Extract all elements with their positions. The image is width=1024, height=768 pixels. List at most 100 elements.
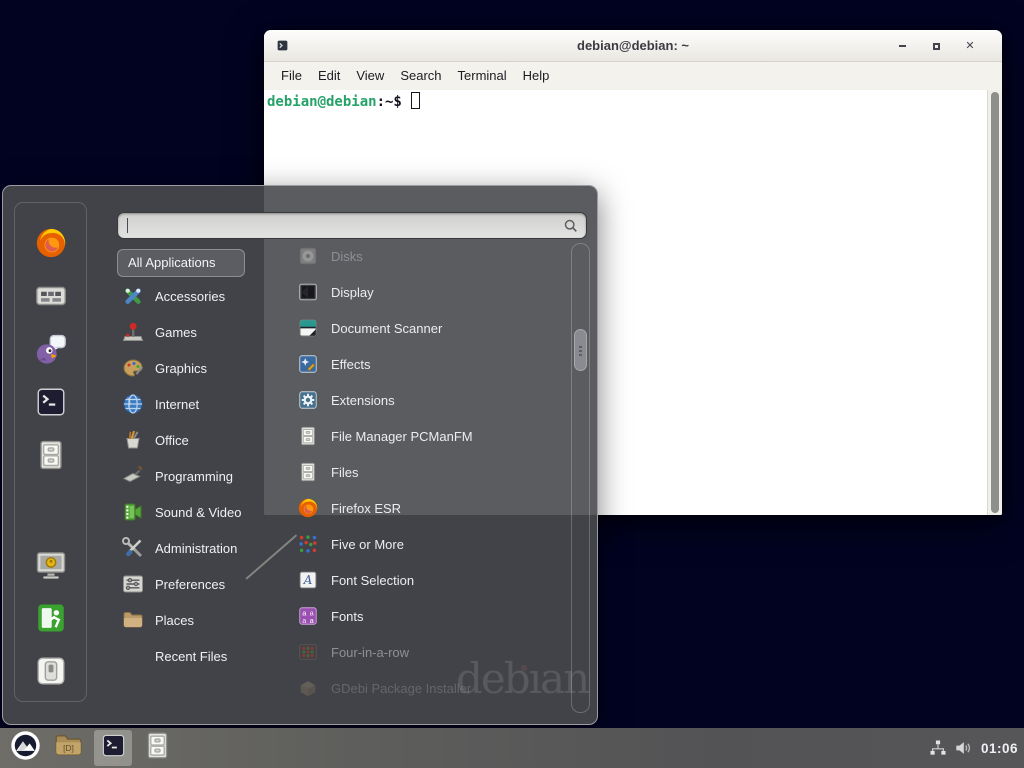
favorite-lock-screen[interactable] [33,549,69,585]
terminal-scrollbar[interactable] [987,90,1002,515]
favorites-panel [14,202,87,702]
file-manager-launcher[interactable]: [D] [51,730,86,766]
app-display[interactable]: Display [291,274,567,310]
favorite-pidgin[interactable] [33,333,69,369]
accessories-icon [121,284,145,308]
prompt-user-host: debian@debian [267,94,377,110]
search-box[interactable] [117,212,587,239]
category-games[interactable]: Games [117,314,277,350]
app-fonts[interactable]: aaaa Fonts [291,598,567,634]
category-office[interactable]: Office [117,422,277,458]
terminal-menu-file[interactable]: File [273,62,310,90]
app-document-scanner[interactable]: Document Scanner [291,310,567,346]
files-launcher[interactable] [140,730,175,766]
terminal-icon [34,385,68,424]
category-list: Accessories GamesGraphicsInternet Office Pr… [117,278,277,674]
category-label: Administration [155,541,237,556]
favorite-logout[interactable] [33,602,69,638]
terminal-menu-edit[interactable]: Edit [310,62,348,90]
blank-icon [121,644,145,668]
app-effects[interactable]: Effects [291,346,567,382]
category-label: Office [155,433,189,448]
search-input[interactable] [118,213,586,238]
app-list-scrollbar[interactable] [571,243,590,713]
category-places[interactable]: Places [117,602,277,638]
four-in-a-row-icon [297,641,319,663]
gdebi-icon [297,677,319,699]
menu-button[interactable] [8,730,43,766]
favorite-control-panel[interactable] [33,280,69,316]
app-disks[interactable]: Disks [291,238,567,274]
control-panel-icon [34,279,68,318]
system-tray: 01:06 [928,728,1018,768]
text-caret [127,218,128,233]
category-sound-video[interactable]: Sound & Video [117,494,277,530]
shutdown-icon [34,654,68,693]
app-four-in-a-row[interactable]: Four-in-a-row [291,634,567,670]
category-graphics[interactable]: Graphics [117,350,277,386]
file-cabinet-icon [297,425,319,447]
app-file-manager-pcmanfm[interactable]: File Manager PCManFM [291,418,567,454]
search-icon [563,218,579,234]
app-list-scrollbar-thumb[interactable] [574,329,587,371]
firefox-icon [34,226,68,265]
volume-icon[interactable] [953,738,973,758]
favorite-shutdown[interactable] [33,655,69,691]
clock[interactable]: 01:06 [981,741,1018,756]
application-list: Disks DisplayDocument Scanner Effects Exten… [291,238,567,706]
minimize-button[interactable] [896,40,908,52]
internet-icon [121,392,145,416]
document-scanner-icon [297,317,319,339]
app-label: Disks [331,249,363,264]
logout-icon [34,601,68,640]
favorite-file-manager[interactable] [33,439,69,475]
app-gdebi-package-installer[interactable]: GDebi Package Installer [291,670,567,706]
terminal-menu-help[interactable]: Help [515,62,558,90]
maximize-button[interactable] [930,40,942,52]
terminal-menu-search[interactable]: Search [392,62,449,90]
app-firefox-esr[interactable]: Firefox ESR [291,490,567,526]
category-administration[interactable]: Administration [117,530,277,566]
application-menu: All Applications Accessories GamesGraphic… [2,185,598,725]
category-label: Preferences [155,577,225,592]
effects-icon [297,353,319,375]
font-selection-icon: A [297,569,319,591]
app-extensions[interactable]: Extensions [291,382,567,418]
tb-folder-icon: [D] [53,730,84,766]
programming-icon [121,464,145,488]
file-cabinet-icon [142,730,173,766]
category-accessories[interactable]: Accessories [117,278,277,314]
app-files[interactable]: Files [291,454,567,490]
terminal-prompt: debian@debian:~$ [267,92,420,110]
app-label: File Manager PCManFM [331,429,473,444]
disks-icon [297,245,319,267]
svg-text:[D]: [D] [63,743,74,753]
office-icon [121,428,145,452]
fonts-icon: aaaa [297,605,319,627]
app-five-or-more[interactable]: Five or More [291,526,567,562]
lock-screen-icon [34,548,68,587]
favorite-firefox[interactable] [33,227,69,263]
category-internet[interactable]: Internet [117,386,277,422]
games-icon [121,320,145,344]
sound-video-icon [121,500,145,524]
extensions-icon [297,389,319,411]
app-label: Effects [331,357,371,372]
preferences-icon [121,572,145,596]
terminal-titlebar[interactable]: debian@debian: ~ ✕ [264,30,1002,62]
category-label: Accessories [155,289,225,304]
network-icon[interactable] [928,738,948,758]
terminal-scrollbar-thumb[interactable] [991,92,999,513]
app-font-selection[interactable]: AFont Selection [291,562,567,598]
terminal-launcher[interactable] [94,730,132,766]
terminal-menu-view[interactable]: View [348,62,392,90]
category-all-applications[interactable]: All Applications [117,249,245,277]
close-button[interactable]: ✕ [964,40,976,52]
category-recent-files[interactable]: Recent Files [117,638,277,674]
terminal-menu-terminal[interactable]: Terminal [450,62,515,90]
app-label: Extensions [331,393,395,408]
category-programming[interactable]: Programming [117,458,277,494]
favorite-terminal[interactable] [33,386,69,422]
app-label: Fonts [331,609,364,624]
app-label: Five or More [331,537,404,552]
